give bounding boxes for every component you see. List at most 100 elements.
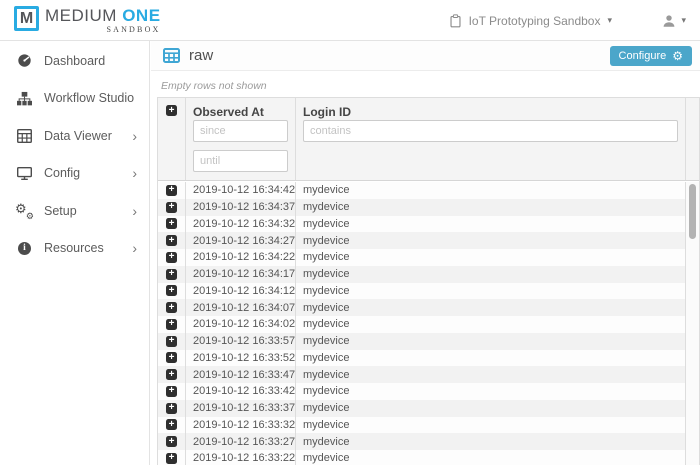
expand-row-button[interactable]: + [166, 386, 177, 397]
expand-cell: + [158, 283, 186, 300]
plus-square-icon[interactable]: + [166, 105, 177, 116]
table-row: + 2019-10-12 16:33:47 mydevice [158, 366, 685, 383]
brand-name-accent: ONE [122, 6, 160, 25]
observed-at-cell: 2019-10-12 16:33:52 [186, 350, 296, 367]
login-id-cell: mydevice [296, 366, 685, 383]
expand-row-button[interactable]: + [166, 269, 177, 280]
expand-row-button[interactable]: + [166, 419, 177, 430]
expand-row-button[interactable]: + [166, 202, 177, 213]
sidebar-item-config[interactable]: Config › [0, 155, 149, 193]
observed-at-cell: 2019-10-12 16:34:42 [186, 182, 296, 199]
expand-row-button[interactable]: + [166, 319, 177, 330]
observed-at-cell: 2019-10-12 16:33:37 [186, 400, 296, 417]
observed-at-cell: 2019-10-12 16:33:57 [186, 333, 296, 350]
table-row: + 2019-10-12 16:33:52 mydevice [158, 350, 685, 367]
observed-at-header-cell: Observed At [186, 98, 296, 180]
expand-cell: + [158, 450, 186, 465]
sidebar-item-label: Dashboard [44, 54, 105, 68]
expand-row-button[interactable]: + [166, 403, 177, 414]
sidebar-item-resources[interactable]: i Resources › [0, 230, 149, 268]
sidebar-item-data-viewer[interactable]: Data Viewer › [0, 117, 149, 155]
login-id-cell: mydevice [296, 333, 685, 350]
login-id-cell: mydevice [296, 316, 685, 333]
until-filter-input[interactable] [193, 150, 288, 172]
brand-text: MEDIUM ONE SANDBOX [45, 6, 161, 34]
column-header-login-id: Login ID [296, 98, 685, 119]
expand-row-button[interactable]: + [166, 453, 177, 464]
table-scrollbar-track[interactable] [686, 182, 699, 465]
login-id-cell: mydevice [296, 383, 685, 400]
expand-row-button[interactable]: + [166, 369, 177, 380]
expand-cell: + [158, 433, 186, 450]
expand-row-button[interactable]: + [166, 218, 177, 229]
login-id-cell: mydevice [296, 283, 685, 300]
table-row: + 2019-10-12 16:34:32 mydevice [158, 216, 685, 233]
expand-row-button[interactable]: + [166, 336, 177, 347]
top-bar: M MEDIUM ONE SANDBOX IoT Prototyping San… [0, 0, 700, 41]
configure-button[interactable]: Configure ⚙ [610, 46, 692, 66]
observed-at-cell: 2019-10-12 16:34:02 [186, 316, 296, 333]
table-row: + 2019-10-12 16:33:22 mydevice [158, 450, 685, 465]
expand-cell: + [158, 383, 186, 400]
observed-at-cell: 2019-10-12 16:34:27 [186, 232, 296, 249]
configure-button-label: Configure [619, 50, 667, 62]
table-row: + 2019-10-12 16:34:37 mydevice [158, 199, 685, 216]
login-id-cell: mydevice [296, 350, 685, 367]
expand-row-button[interactable]: + [166, 302, 177, 313]
observed-at-cell: 2019-10-12 16:33:27 [186, 433, 296, 450]
login-id-header-cell: Login ID [296, 98, 686, 180]
page-header: raw Configure ⚙ [151, 41, 700, 71]
table-scrollbar-thumb[interactable] [689, 184, 696, 239]
sidebar-item-label: Resources [44, 241, 104, 255]
sitemap-icon [16, 90, 33, 106]
expand-row-button[interactable]: + [166, 436, 177, 447]
table-row: + 2019-10-12 16:33:57 mydevice [158, 333, 685, 350]
caret-down-icon: ▾ [607, 15, 612, 26]
gear-icon: ⚙ [672, 50, 683, 62]
expand-all-header-cell[interactable]: + [158, 98, 186, 180]
login-id-cell: mydevice [296, 199, 685, 216]
observed-at-cell: 2019-10-12 16:34:12 [186, 283, 296, 300]
logo-m-icon: M [14, 6, 39, 31]
sidebar-item-workflow-studio[interactable]: Workflow Studio [0, 80, 149, 118]
empty-rows-note: Empty rows not shown [151, 71, 700, 97]
table-row: + 2019-10-12 16:33:32 mydevice [158, 417, 685, 434]
contains-filter-input[interactable] [303, 120, 678, 142]
sidebar-item-setup[interactable]: ⚙⚙ Setup › [0, 192, 149, 230]
expand-cell: + [158, 232, 186, 249]
expand-row-button[interactable]: + [166, 252, 177, 263]
data-table: + Observed At Login ID + 2019-10-12 16:3… [157, 97, 700, 465]
sidebar-item-dashboard[interactable]: Dashboard [0, 42, 149, 80]
observed-at-cell: 2019-10-12 16:33:42 [186, 383, 296, 400]
expand-cell: + [158, 350, 186, 367]
expand-cell: + [158, 216, 186, 233]
user-icon [662, 14, 676, 28]
sandbox-selector[interactable]: IoT Prototyping Sandbox ▾ [449, 0, 612, 41]
table-row: + 2019-10-12 16:33:37 mydevice [158, 400, 685, 417]
expand-row-button[interactable]: + [166, 185, 177, 196]
logo[interactable]: M MEDIUM ONE SANDBOX [14, 6, 161, 34]
observed-at-cell: 2019-10-12 16:33:32 [186, 417, 296, 434]
login-id-cell: mydevice [296, 266, 685, 283]
sidebar-item-label: Data Viewer [44, 129, 112, 143]
observed-at-cell: 2019-10-12 16:34:37 [186, 199, 296, 216]
expand-cell: + [158, 400, 186, 417]
brand-subtitle: SANDBOX [45, 25, 161, 34]
expand-cell: + [158, 266, 186, 283]
monitor-icon [16, 165, 33, 181]
expand-row-button[interactable]: + [166, 285, 177, 296]
expand-row-button[interactable]: + [166, 352, 177, 363]
table-row: + 2019-10-12 16:34:27 mydevice [158, 232, 685, 249]
since-filter-input[interactable] [193, 120, 288, 142]
expand-row-button[interactable]: + [166, 235, 177, 246]
observed-at-cell: 2019-10-12 16:33:47 [186, 366, 296, 383]
column-header-observed-at: Observed At [186, 98, 295, 119]
login-id-cell: mydevice [296, 417, 685, 434]
table-row: + 2019-10-12 16:33:27 mydevice [158, 433, 685, 450]
brand-name: MEDIUM ONE [45, 6, 161, 25]
table-body: + 2019-10-12 16:34:42 mydevice + 2019-10… [158, 182, 686, 465]
observed-at-cell: 2019-10-12 16:33:22 [186, 450, 296, 465]
user-menu[interactable]: ▾ [662, 0, 686, 41]
page-title: raw [189, 47, 213, 64]
table-row: + 2019-10-12 16:34:22 mydevice [158, 249, 685, 266]
